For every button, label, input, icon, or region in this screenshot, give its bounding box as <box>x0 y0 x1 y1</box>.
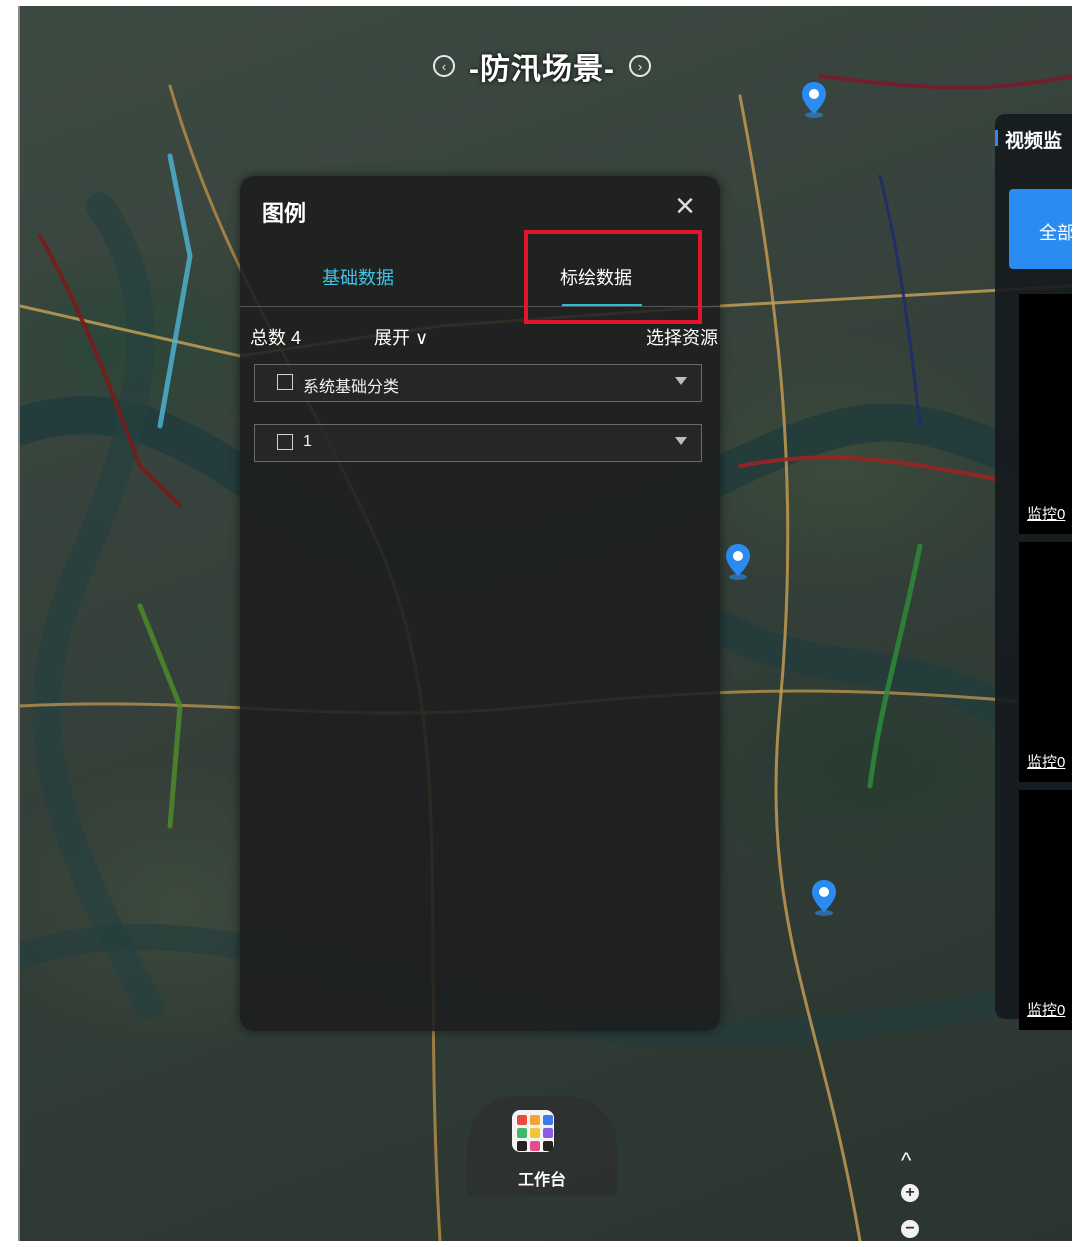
app-frame: ‹ -防汛场景- › 图例 × 基础数据 标绘数据 总数 4 展开 ∨ 选择资源… <box>18 6 1072 1241</box>
video-card[interactable]: 监控0 <box>1019 294 1072 534</box>
category-checkbox[interactable] <box>277 374 293 390</box>
tab-basic-data[interactable]: 基础数据 <box>322 264 394 290</box>
title-accent-bar <box>995 130 998 146</box>
expand-toggle[interactable]: 展开 ∨ <box>374 324 428 350</box>
category-label: 1 <box>303 433 312 450</box>
select-resource-link[interactable]: 选择资源 <box>646 324 718 350</box>
chevron-down-icon[interactable] <box>675 377 687 385</box>
video-card-label[interactable]: 监控0 <box>1027 503 1065 524</box>
video-panel: 视频监 全部 监控0 监控0 监控0 <box>995 114 1072 1030</box>
category-row[interactable]: 系统基础分类 <box>254 364 702 402</box>
workbench-button[interactable]: 工作台 <box>467 1096 617 1196</box>
map-pin-icon[interactable] <box>812 880 836 916</box>
chevron-right-icon[interactable]: › <box>628 55 651 77</box>
video-card[interactable]: 监控0 <box>1019 790 1072 1030</box>
apps-grid-icon <box>512 1110 554 1152</box>
video-panel-title: 视频监 <box>1005 131 1063 152</box>
workbench-label: 工作台 <box>517 1172 566 1189</box>
zoom-controls: ^ + − <box>895 1148 925 1241</box>
category-label: 系统基础分类 <box>303 379 400 396</box>
video-card[interactable]: 监控0 <box>1019 542 1072 782</box>
chevron-up-icon[interactable]: ^ <box>901 1148 911 1174</box>
highlight-box <box>524 230 702 324</box>
zoom-in-icon[interactable]: + <box>901 1184 919 1202</box>
total-count: 总数 4 <box>250 328 302 348</box>
video-card-label[interactable]: 监控0 <box>1027 999 1065 1020</box>
map-pin-icon[interactable] <box>726 544 750 580</box>
legend-title: 图例 <box>262 201 307 226</box>
category-row[interactable]: 1 <box>254 424 702 462</box>
chevron-left-icon[interactable]: ‹ <box>433 55 455 77</box>
scene-title: -防汛场景- <box>469 53 615 86</box>
all-button[interactable]: 全部 <box>1009 189 1072 269</box>
close-icon[interactable]: × <box>670 189 700 223</box>
category-checkbox[interactable] <box>277 434 293 450</box>
zoom-out-icon[interactable]: − <box>901 1220 919 1238</box>
video-card-label[interactable]: 监控0 <box>1027 751 1065 772</box>
map-pin-icon[interactable] <box>802 82 826 118</box>
summary-row: 总数 4 展开 ∨ 选择资源 <box>250 324 718 352</box>
chevron-down-icon[interactable] <box>675 437 687 445</box>
legend-panel: 图例 × 基础数据 标绘数据 总数 4 展开 ∨ 选择资源 系统基础分类 1 <box>240 176 720 1031</box>
scene-switcher: ‹ -防汛场景- › <box>392 46 692 86</box>
